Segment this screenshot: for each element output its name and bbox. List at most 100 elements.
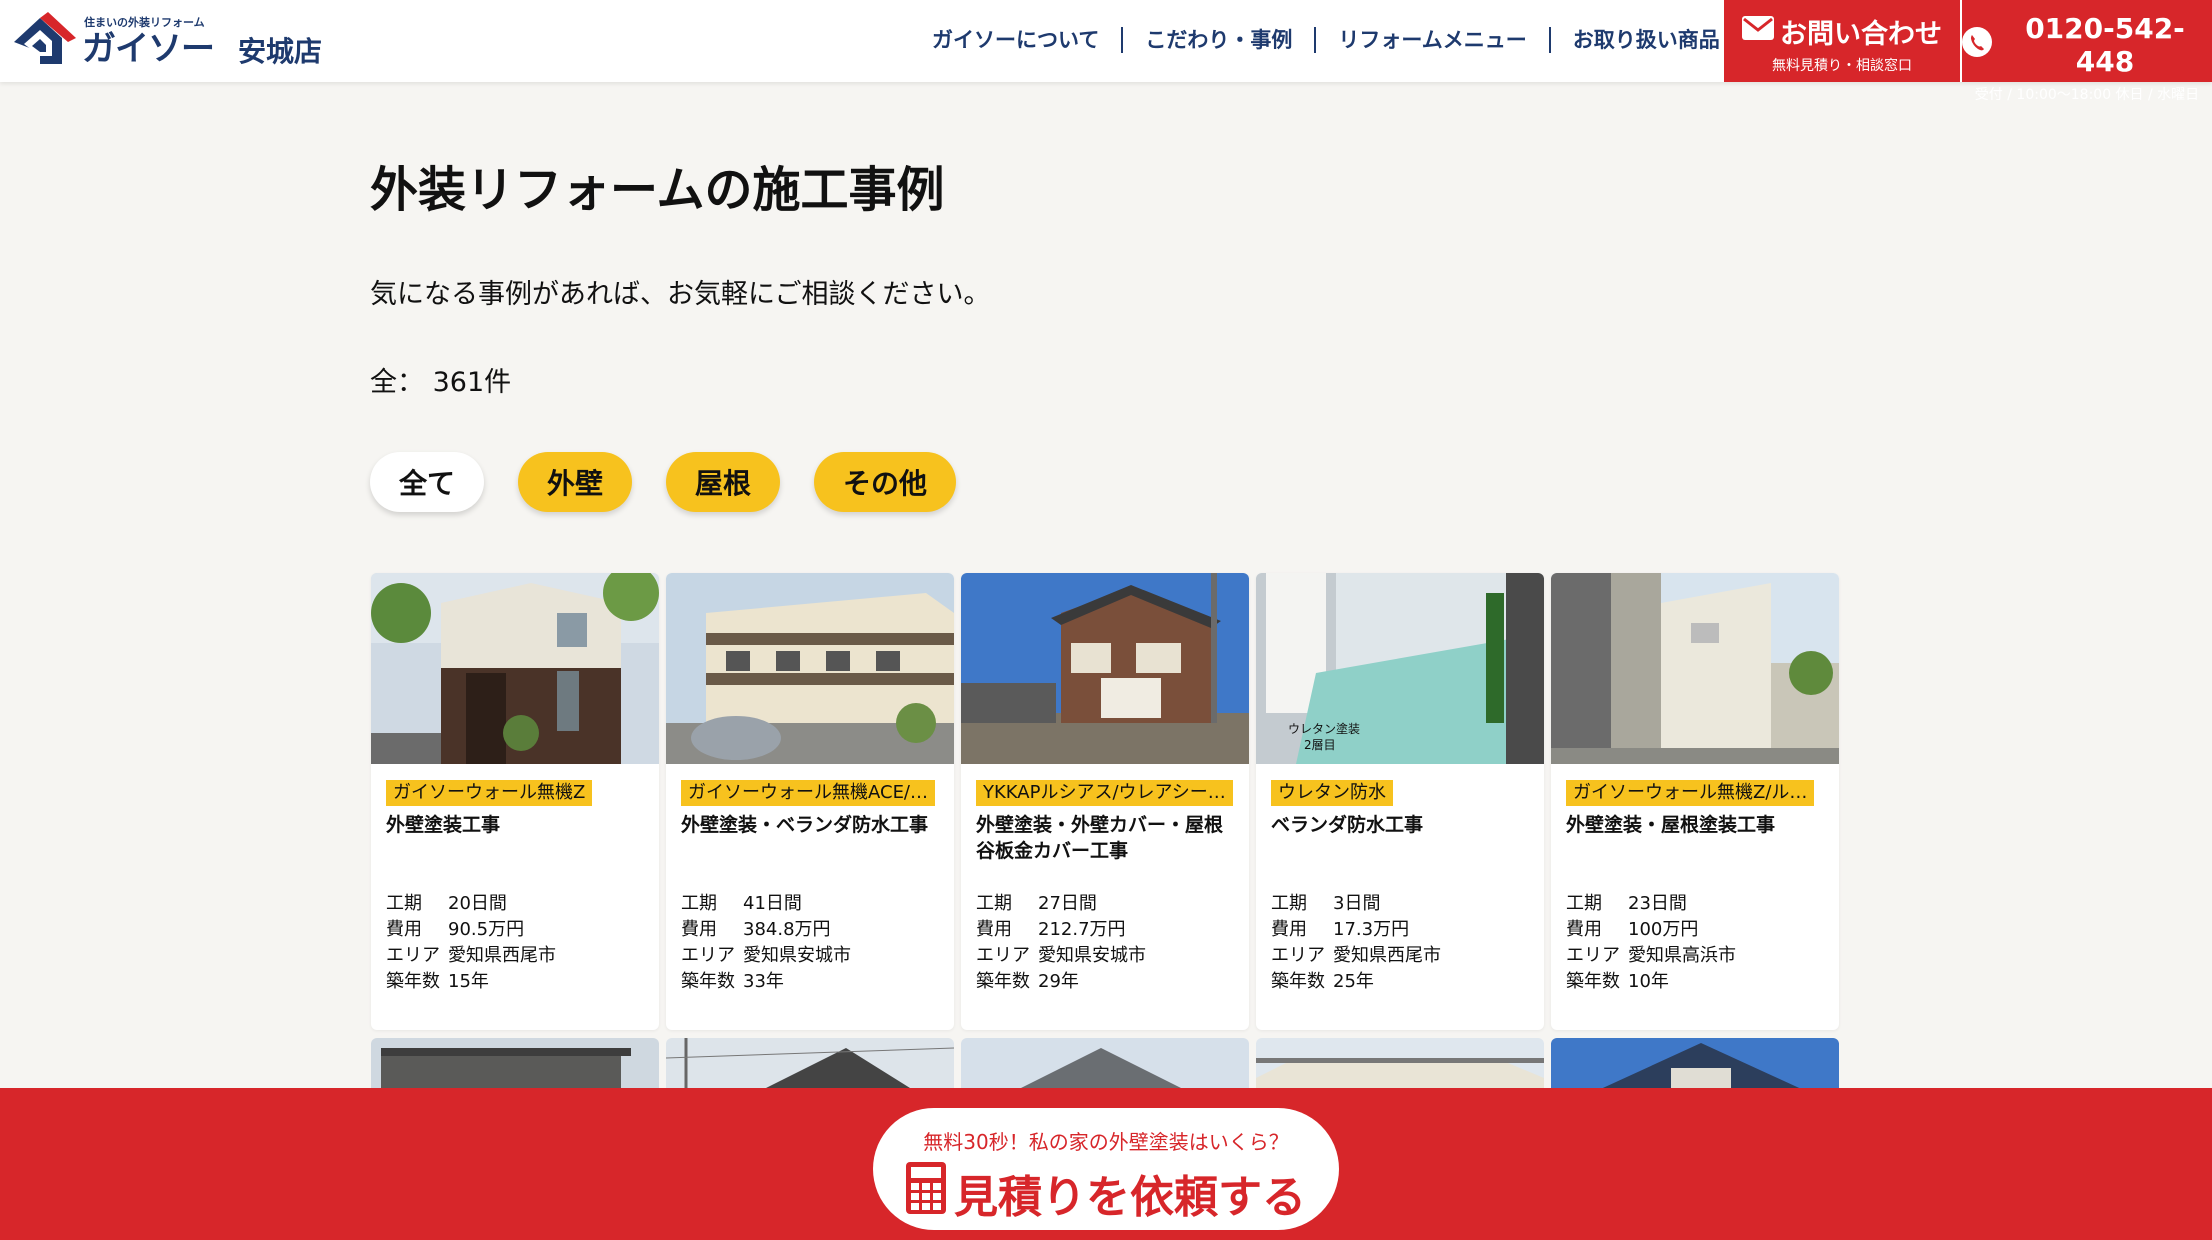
contact-sub: 無料見積り・相談窓口 [1772,58,1912,74]
tel-button[interactable]: 0120-542-448 受付 / 10:00〜18:00 休日 / 水曜日 [1962,0,2212,103]
nav-cases[interactable]: こだわり・事例 [1121,27,1314,53]
page-title: 外装リフォームの施工事例 [370,162,945,218]
case-card[interactable]: YKKAPルシアス/ウレアシー… 外壁塗装・外壁カバー・屋根谷板金カバー工事 工… [961,573,1249,1030]
case-photo [666,573,954,764]
spec-age: 15年 [448,971,489,992]
spec-label-cost: 費用 [386,919,422,940]
case-card[interactable]: ガイソーウォール無機Z 外壁塗装工事 工期 20日間 費用 90.5万円 エリア 愛知… [371,573,659,1030]
spec-period: 27日間 [1038,893,1097,914]
spec-area: 愛知県高浜市 [1628,945,1736,966]
spec-label-cost: 費用 [681,919,717,940]
spec-label-cost: 費用 [976,919,1012,940]
case-tag: ガイソーウォール無機Z [386,780,593,806]
spec-label-area: エリア [1566,945,1620,966]
case-title: 外壁塗装工事 [386,814,501,836]
case-grid: ガイソーウォール無機Z 外壁塗装工事 工期 20日間 費用 90.5万円 エリア 愛知… [371,573,1841,1030]
spec-period: 41日間 [743,893,802,914]
spec-label-age: 築年数 [1566,971,1620,992]
spec-cost: 17.3万円 [1333,919,1410,940]
spec-area: 愛知県西尾市 [448,945,556,966]
spec-label-age: 築年数 [1271,971,1325,992]
spec-label-area: エリア [1271,945,1325,966]
spec-area: 愛知県安城市 [743,945,851,966]
case-specs: 工期 27日間 費用 212.7万円 エリア 愛知県安城市 築年数 29年 [976,891,1146,995]
case-tag: ガイソーウォール無機ACE/… [681,780,936,806]
spec-label-cost: 費用 [1566,919,1602,940]
spec-period: 20日間 [448,893,507,914]
case-count: 全： 361件 [370,367,512,398]
logo-tagline: 住まいの外装リフォーム [84,16,205,29]
bottom-cta-bar: 無料30秒！私の家の外壁塗装はいくら？ 見積りを依頼する [0,1088,2212,1240]
spec-label-area: エリア [386,945,440,966]
spec-label-area: エリア [976,945,1030,966]
phone-icon [1962,26,1992,64]
spec-area: 愛知県安城市 [1038,945,1146,966]
spec-age: 25年 [1333,971,1374,992]
case-photo [371,573,659,764]
case-photo: ウレタン塗装 2層目 [1256,573,1544,764]
main-nav: ガイソーについて こだわり・事例 リフォームメニュー お取り扱い商品 [910,22,1742,58]
spec-cost: 384.8万円 [743,919,831,940]
case-tag: ガイソーウォール無機Z/ル… [1566,780,1815,806]
case-photo [961,573,1249,764]
site-header: 住まいの外装リフォーム ガイソー 安城店 ガイソーについて こだわり・事例 リフ… [0,0,2212,103]
spec-period: 3日間 [1333,893,1381,914]
lead-text: 気になる事例があれば、お気軽にご相談ください。 [370,279,991,310]
logo-brand: ガイソー [82,29,215,69]
photo-sign-line2: 2層目 [1304,738,1336,752]
spec-label-period: 工期 [386,893,422,914]
spec-cost: 100万円 [1628,919,1699,940]
nav-reform-menu[interactable]: リフォームメニュー [1314,27,1548,53]
filter-roof[interactable]: 屋根 [666,452,780,512]
case-specs: 工期 41日間 費用 384.8万円 エリア 愛知県安城市 築年数 33年 [681,891,851,995]
case-card[interactable]: ウレタン塗装 2層目 ウレタン防水 ベランダ防水工事 工期 3日間 費用 17.3万… [1256,573,1544,1030]
spec-age: 10年 [1628,971,1669,992]
spec-cost: 212.7万円 [1038,919,1126,940]
tel-hours: 受付 / 10:00〜18:00 休日 / 水曜日 [1974,87,2200,103]
case-tag: YKKAPルシアス/ウレアシー… [976,780,1233,806]
store-name: 安城店 [238,35,323,68]
case-specs: 工期 23日間 費用 100万円 エリア 愛知県高浜市 築年数 10年 [1566,891,1736,995]
case-title: ベランダ防水工事 [1271,814,1424,836]
spec-label-area: エリア [681,945,735,966]
case-title: 外壁塗装・屋根塗装工事 [1566,814,1776,836]
tel-number: 0120-542-448 [2025,12,2185,78]
estimate-label: 見積りを依頼する [954,1172,1306,1223]
estimate-button[interactable]: 無料30秒！私の家の外壁塗装はいくら？ 見積りを依頼する [873,1108,1339,1230]
spec-label-period: 工期 [976,893,1012,914]
case-photo [1551,573,1839,764]
filter-all[interactable]: 全て [370,452,484,512]
spec-label-period: 工期 [1271,893,1307,914]
case-title: 外壁塗装・ベランダ防水工事 [681,814,929,836]
contact-label: お問い合わせ [1780,19,1942,50]
photo-sign-line1: ウレタン塗装 [1288,721,1360,736]
spec-label-period: 工期 [1566,893,1602,914]
spec-label-cost: 費用 [1271,919,1307,940]
case-card[interactable]: ガイソーウォール無機ACE/… 外壁塗装・ベランダ防水工事 工期 41日間 費用 3… [666,573,954,1030]
case-specs: 工期 20日間 費用 90.5万円 エリア 愛知県西尾市 築年数 15年 [386,891,556,995]
spec-age: 33年 [743,971,784,992]
mail-icon [1742,16,1774,47]
category-filters: 全て 外壁 屋根 その他 [370,452,990,512]
spec-period: 23日間 [1628,893,1687,914]
nav-products[interactable]: お取り扱い商品 [1548,27,1742,53]
estimate-sub: 無料30秒！私の家の外壁塗装はいくら？ [923,1130,1289,1154]
spec-label-period: 工期 [681,893,717,914]
spec-age: 29年 [1038,971,1079,992]
filter-wall[interactable]: 外壁 [518,452,632,512]
contact-button[interactable]: お問い合わせ 無料見積り・相談窓口 [1724,0,1960,82]
spec-label-age: 築年数 [976,971,1030,992]
spec-label-age: 築年数 [386,971,440,992]
case-specs: 工期 3日間 費用 17.3万円 エリア 愛知県西尾市 築年数 25年 [1271,891,1441,995]
case-card[interactable]: ガイソーウォール無機Z/ル… 外壁塗装・屋根塗装工事 工期 23日間 費用 100万… [1551,573,1839,1030]
case-title: 外壁塗装・外壁カバー・屋根谷板金カバー工事 [976,814,1224,862]
spec-cost: 90.5万円 [448,919,525,940]
filter-other[interactable]: その他 [814,452,956,512]
site-logo[interactable]: 住まいの外装リフォーム ガイソー 安城店 [10,8,322,74]
case-tag: ウレタン防水 [1271,780,1393,806]
calculator-icon [906,1161,946,1225]
logo-house-icon [10,12,78,70]
spec-label-age: 築年数 [681,971,735,992]
nav-about[interactable]: ガイソーについて [910,27,1121,53]
spec-area: 愛知県西尾市 [1333,945,1441,966]
